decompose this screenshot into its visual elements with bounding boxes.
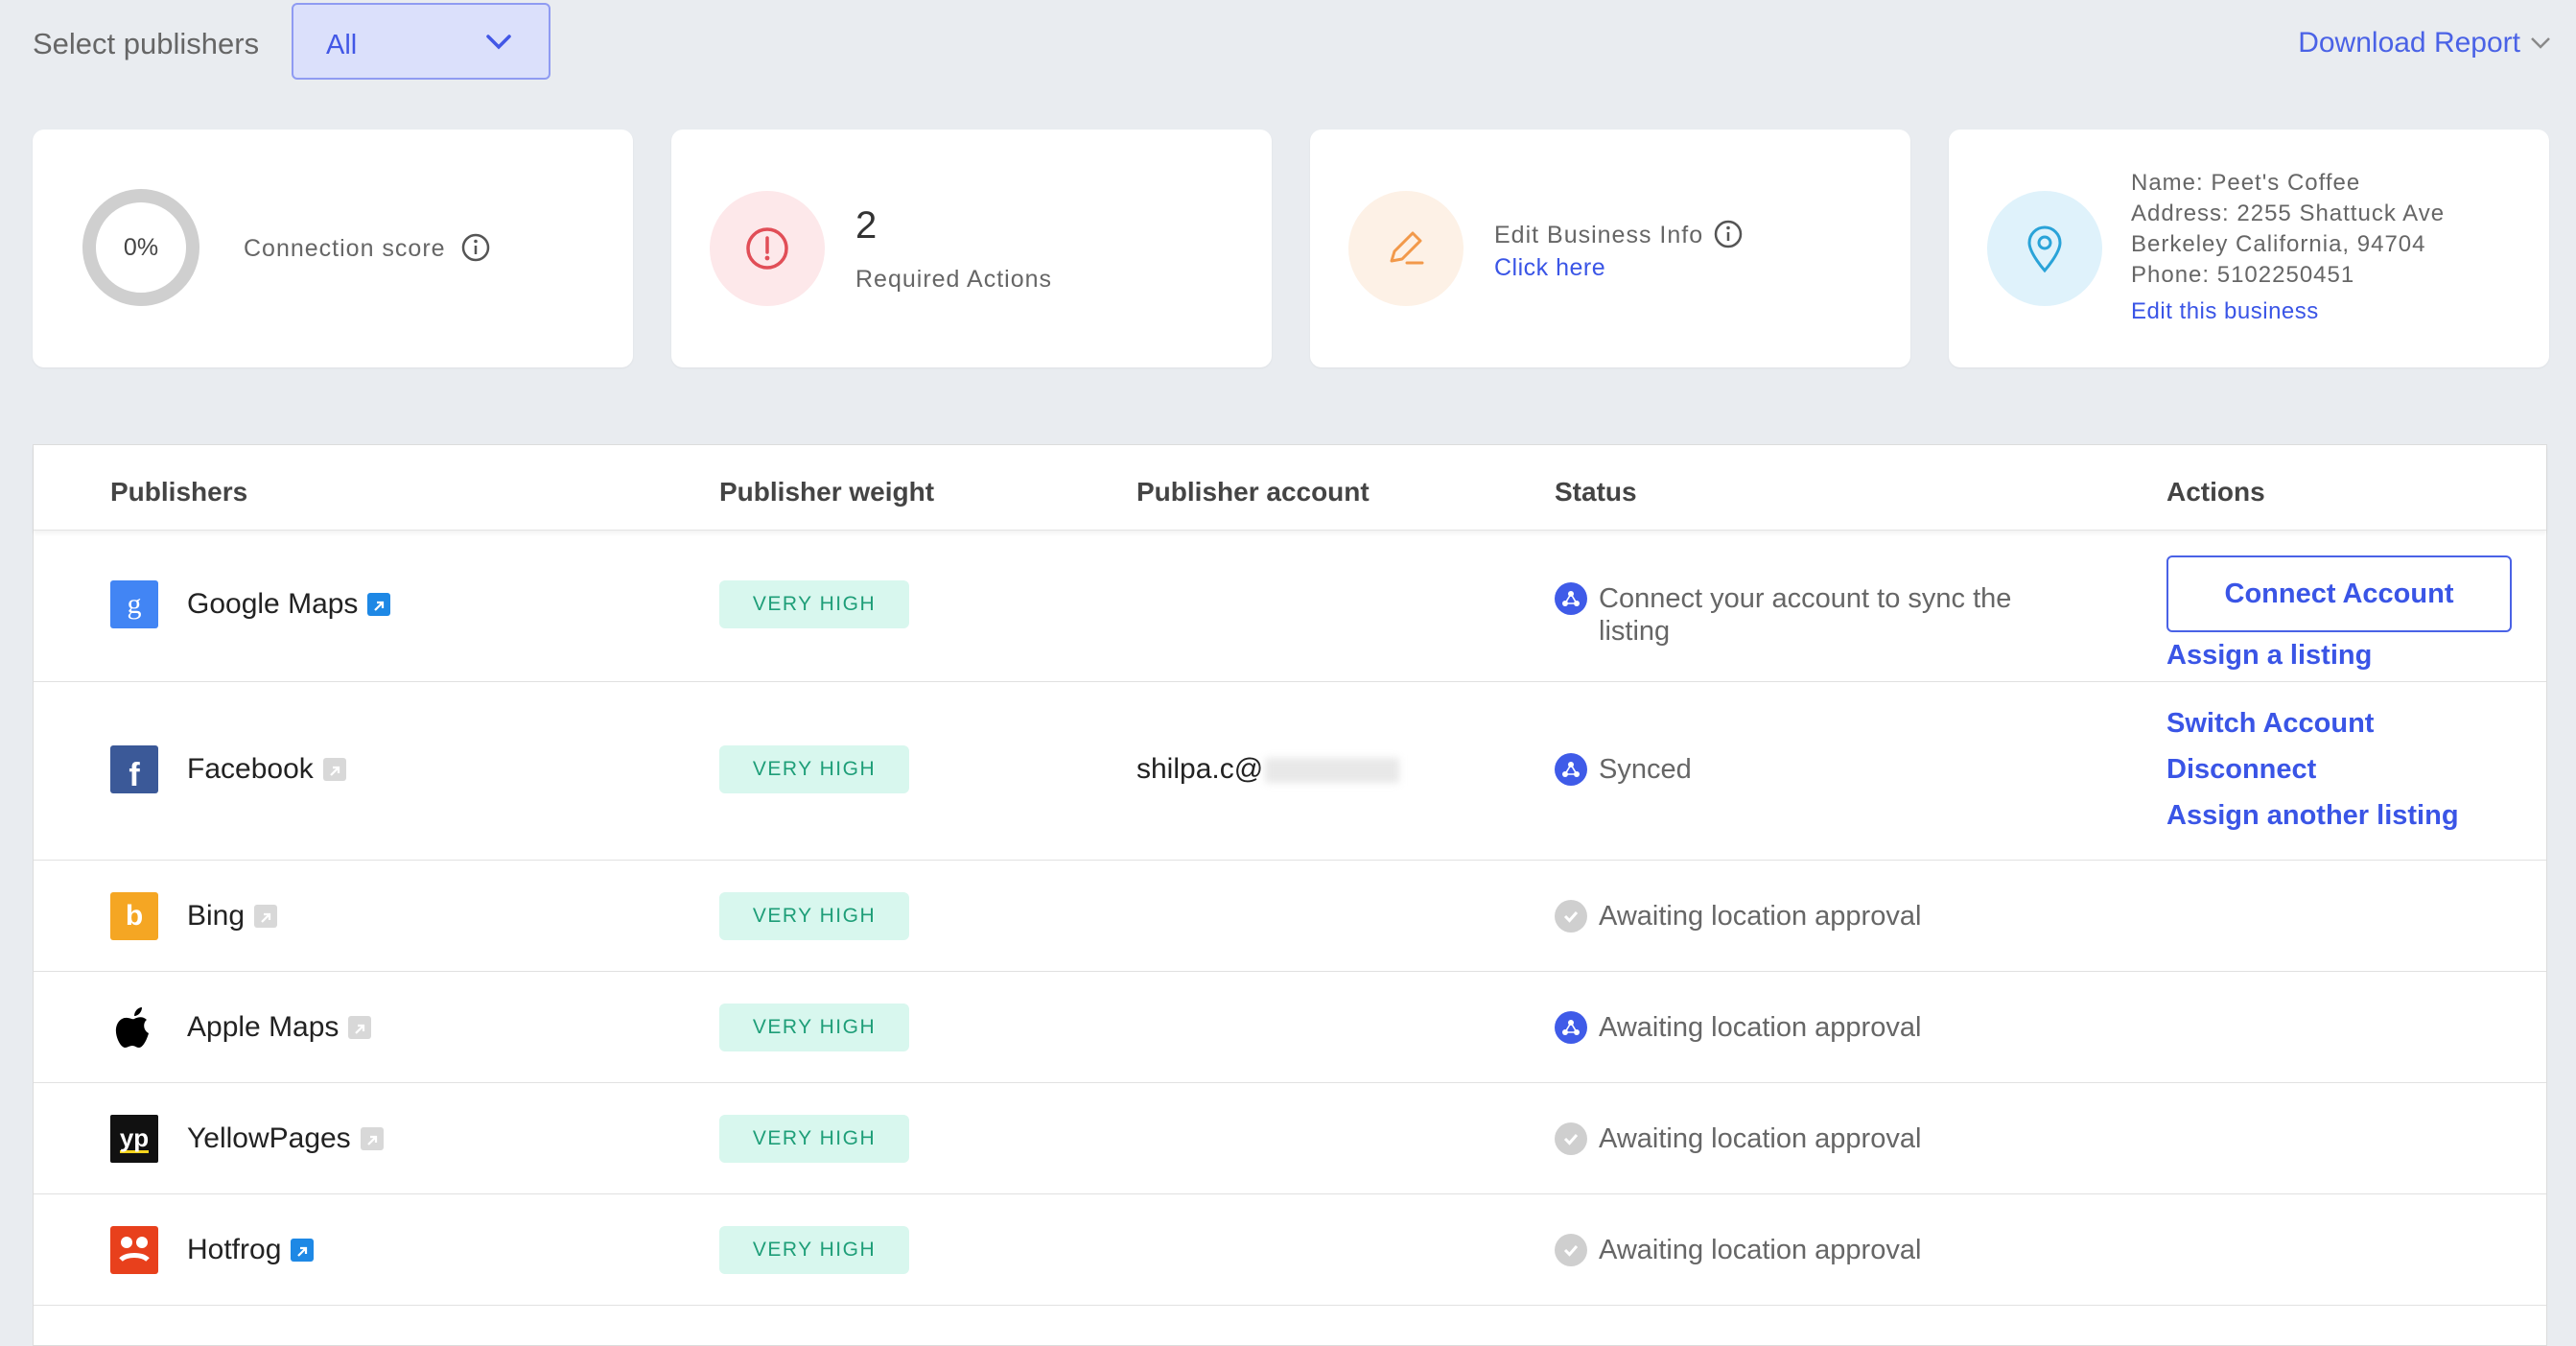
required-actions-card[interactable]: 2 Required Actions xyxy=(671,130,1272,367)
table-header: Publishers Publisher weight Publisher ac… xyxy=(34,445,2546,531)
alert-icon xyxy=(710,191,825,306)
publisher-name-text: YellowPages xyxy=(187,1122,351,1154)
table-row: yp YellowPages VERY HIGH Awaiting locati… xyxy=(34,1083,2546,1194)
table-row: f Facebook VERY HIGH shilpa.c@ Synced Sw… xyxy=(34,682,2546,861)
edit-business-label: Edit Business Info xyxy=(1494,222,1704,248)
publisher-name: Facebook xyxy=(187,753,346,786)
bing-logo-icon: b xyxy=(110,892,158,940)
check-icon xyxy=(1555,900,1587,933)
connection-score-gauge: 0% xyxy=(82,189,199,306)
edit-business-card: Edit Business Info Click here xyxy=(1310,130,1910,367)
chevron-down-icon xyxy=(486,35,511,50)
publisher-name: Bing xyxy=(187,900,278,933)
publisher-account: shilpa.c@ xyxy=(1136,753,1400,786)
business-phone: Phone: 5102250451 xyxy=(2131,262,2355,288)
publisher-weight-badge: VERY HIGH xyxy=(719,1004,909,1051)
header-publisher-weight: Publisher weight xyxy=(719,477,935,507)
location-pin-icon xyxy=(1987,191,2102,306)
header-publishers: Publishers xyxy=(110,477,248,507)
google-maps-logo-icon: g xyxy=(110,580,158,628)
redacted-text xyxy=(1265,758,1400,784)
info-icon[interactable] xyxy=(460,232,491,263)
table-row: g Google Maps VERY HIGH Connect your acc… xyxy=(34,531,2546,682)
status-text: Awaiting location approval xyxy=(1599,1012,1922,1043)
header-publisher-account: Publisher account xyxy=(1136,477,1370,507)
publisher-weight-badge: VERY HIGH xyxy=(719,1226,909,1274)
facebook-logo-icon: f xyxy=(110,745,158,793)
status-cell: Awaiting location approval xyxy=(1555,900,1921,933)
edit-this-business-link[interactable]: Edit this business xyxy=(2131,298,2319,325)
yellowpages-logo-icon: yp xyxy=(110,1115,158,1163)
publisher-weight-badge: VERY HIGH xyxy=(719,580,909,628)
table-row: Apple Maps VERY HIGH Awaiting location a… xyxy=(34,972,2546,1083)
business-city: Berkeley California, 94704 xyxy=(2131,231,2426,257)
status-text: Synced xyxy=(1599,754,1692,785)
pencil-icon xyxy=(1348,191,1464,306)
publisher-name: Apple Maps xyxy=(187,1011,372,1044)
required-actions-label: Required Actions xyxy=(855,266,1053,293)
dropdown-value: All xyxy=(326,30,358,60)
sync-icon xyxy=(1555,753,1587,786)
top-bar: Select publishers All Download Report xyxy=(33,0,2576,88)
hotfrog-logo-icon xyxy=(110,1226,158,1274)
header-status: Status xyxy=(1555,477,1637,507)
status-text: Awaiting location approval xyxy=(1599,901,1922,932)
switch-account-link[interactable]: Switch Account xyxy=(2166,708,2374,740)
status-text: Awaiting location approval xyxy=(1599,1235,1922,1265)
external-link-icon[interactable] xyxy=(348,1016,372,1039)
header-actions: Actions xyxy=(2166,477,2265,507)
publisher-weight-badge: VERY HIGH xyxy=(719,745,909,793)
external-link-icon[interactable] xyxy=(367,593,391,616)
connection-score-card: 0% Connection score xyxy=(33,130,633,367)
business-details: Name: Peet's Coffee Address: 2255 Shattu… xyxy=(2131,168,2445,291)
info-icon[interactable] xyxy=(1713,219,1744,249)
publishers-dropdown[interactable]: All xyxy=(292,3,550,80)
check-icon xyxy=(1555,1122,1587,1155)
external-link-icon[interactable] xyxy=(360,1127,384,1150)
assign-listing-link[interactable]: Assign a listing xyxy=(2166,640,2372,672)
status-text: Awaiting location approval xyxy=(1599,1123,1922,1154)
business-name: Name: Peet's Coffee xyxy=(2131,170,2361,196)
external-link-icon[interactable] xyxy=(254,905,278,928)
publisher-name-text: Hotfrog xyxy=(187,1234,282,1265)
publisher-name-text: Google Maps xyxy=(187,588,359,620)
external-link-icon[interactable] xyxy=(322,758,346,781)
sync-icon xyxy=(1555,1011,1587,1044)
business-details-card: Name: Peet's Coffee Address: 2255 Shattu… xyxy=(1949,130,2549,367)
status-cell: Synced xyxy=(1555,753,1692,786)
publisher-name: Hotfrog xyxy=(187,1234,315,1266)
chevron-down-icon xyxy=(2531,37,2550,49)
publishers-table: Publishers Publisher weight Publisher ac… xyxy=(33,444,2547,1346)
publisher-name: Google Maps xyxy=(187,588,391,621)
publisher-weight-badge: VERY HIGH xyxy=(719,1115,909,1163)
download-report-link[interactable]: Download Report xyxy=(2298,27,2551,59)
status-cell: Awaiting location approval xyxy=(1555,1234,1921,1266)
assign-another-listing-link[interactable]: Assign another listing xyxy=(2166,800,2459,832)
publisher-name-text: Bing xyxy=(187,900,246,932)
connection-score-label: Connection score xyxy=(244,235,446,262)
edit-business-link[interactable]: Click here xyxy=(1494,254,1605,282)
apple-logo-icon xyxy=(110,1004,158,1051)
publisher-weight-badge: VERY HIGH xyxy=(719,892,909,940)
table-row: Hotfrog VERY HIGH Awaiting location appr… xyxy=(34,1194,2546,1306)
check-icon xyxy=(1555,1234,1587,1266)
download-report-label: Download Report xyxy=(2298,27,2520,59)
publisher-name-text: Apple Maps xyxy=(187,1011,340,1043)
disconnect-link[interactable]: Disconnect xyxy=(2166,754,2316,786)
status-cell: Awaiting location approval xyxy=(1555,1122,1921,1155)
account-email: shilpa.c@ xyxy=(1136,753,1264,785)
business-address: Address: 2255 Shattuck Ave xyxy=(2131,201,2446,226)
select-publishers-label: Select publishers xyxy=(33,27,260,60)
status-text: Connect your account to sync the listing xyxy=(1599,583,2012,647)
connect-account-button[interactable]: Connect Account xyxy=(2166,555,2512,632)
publisher-name: YellowPages xyxy=(187,1122,384,1155)
table-row: b Bing VERY HIGH Awaiting location appro… xyxy=(34,861,2546,972)
status-cell: Awaiting location approval xyxy=(1555,1011,1921,1044)
sync-icon xyxy=(1555,582,1587,615)
status-cell: Connect your account to sync the listing xyxy=(1555,582,2040,648)
required-actions-count: 2 xyxy=(855,204,878,247)
publisher-name-text: Facebook xyxy=(187,753,314,785)
external-link-icon[interactable] xyxy=(291,1239,315,1262)
